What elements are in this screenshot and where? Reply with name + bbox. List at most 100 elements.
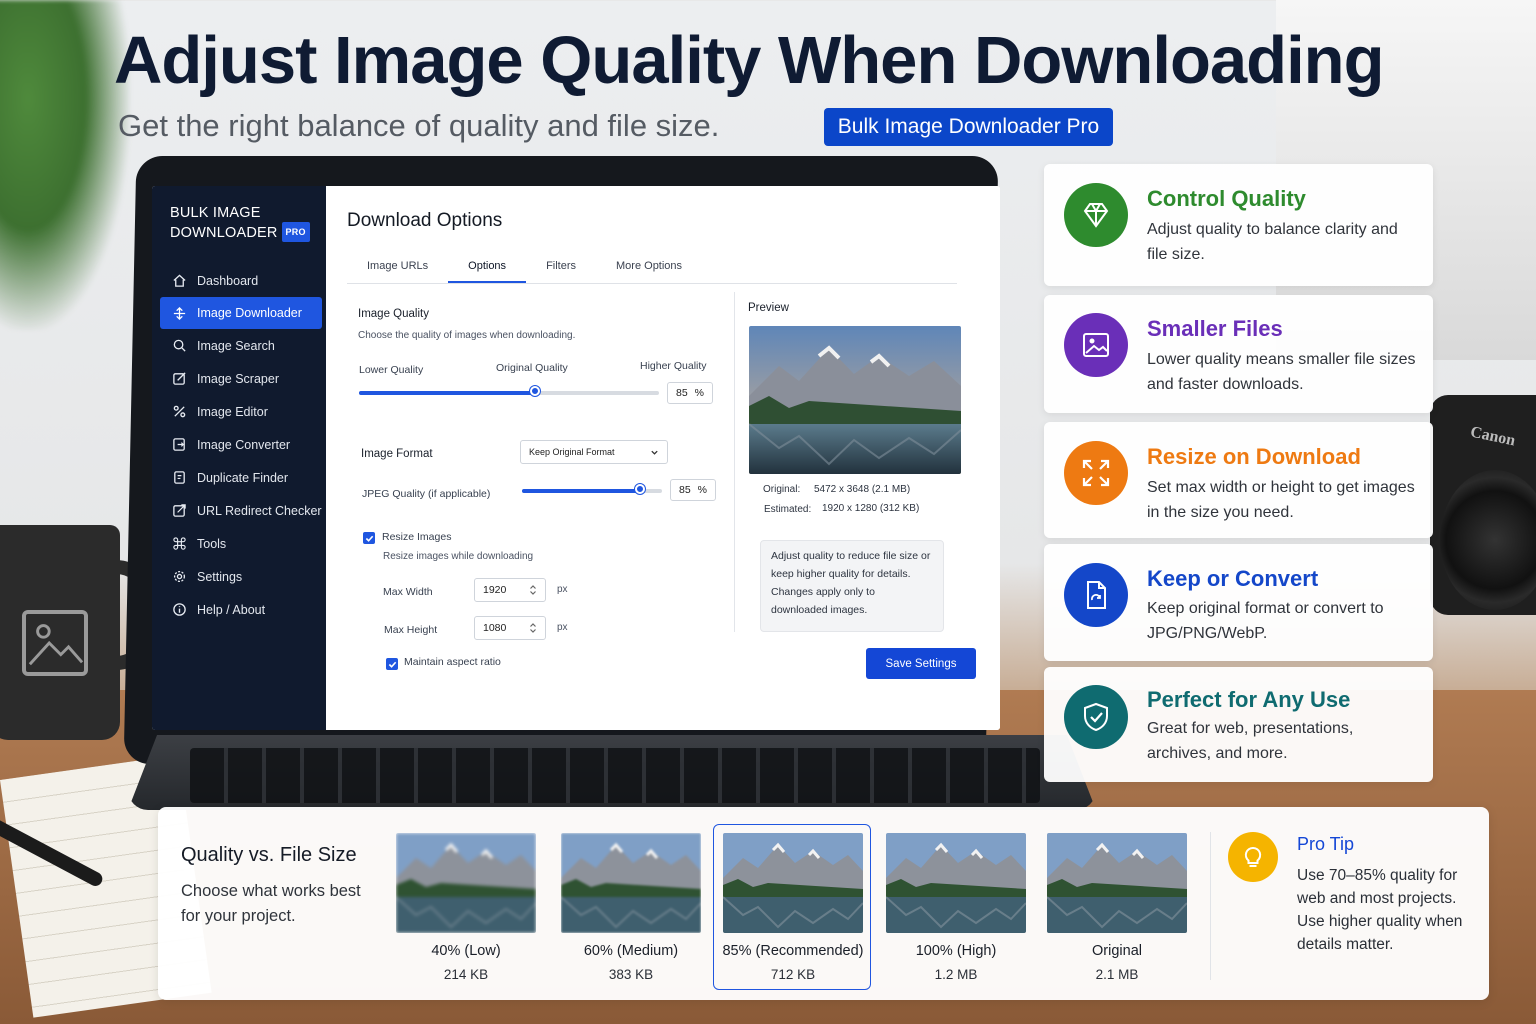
feature-card-control-quality: Control Quality Adjust quality to balanc… xyxy=(1044,164,1433,286)
resize-images-checkbox[interactable] xyxy=(363,532,375,544)
shield-check-icon xyxy=(1064,685,1128,749)
sample-file-size: 1.2 MB xyxy=(934,967,978,982)
info-icon xyxy=(173,603,186,616)
sidebar-item-dashboard[interactable]: Dashboard xyxy=(160,264,322,297)
original-quality-label: Original Quality xyxy=(496,362,568,374)
sample-file-size: 712 KB xyxy=(770,967,816,982)
quality-slider-handle[interactable] xyxy=(529,386,540,396)
scraper-icon xyxy=(173,372,186,385)
save-settings-button[interactable]: Save Settings xyxy=(866,648,976,679)
sample-thumbnail[interactable] xyxy=(561,833,701,933)
redirect-icon xyxy=(173,504,186,517)
sidebar-item-image-converter[interactable]: Image Converter xyxy=(160,428,322,461)
stepper-icon[interactable] xyxy=(529,584,537,596)
stepper-icon[interactable] xyxy=(529,622,537,634)
gear-icon xyxy=(173,570,186,583)
image-icon xyxy=(1064,313,1128,377)
logo-line2: DOWNLOADER xyxy=(170,225,278,241)
quality-slider-fill xyxy=(359,391,536,395)
estimated-size-value: 1920 x 1280 (312 KB) xyxy=(822,503,920,514)
quality-value-input[interactable]: 85 % xyxy=(667,382,713,404)
sidebar-item-image-downloader[interactable]: Image Downloader xyxy=(160,297,322,329)
jpeg-unit: % xyxy=(697,484,707,496)
sidebar-item-image-scraper[interactable]: Image Scraper xyxy=(160,362,322,395)
feature-title: Perfect for Any Use xyxy=(1147,687,1351,712)
preview-title: Preview xyxy=(748,302,789,314)
feature-card-resize-on-download: Resize on Download Set max width or heig… xyxy=(1044,422,1433,538)
max-width-input[interactable]: 1920 xyxy=(474,578,546,602)
feature-card-perfect-for-any-use: Perfect for Any Use Great for web, prese… xyxy=(1044,667,1433,782)
sample-thumbnail[interactable] xyxy=(886,833,1026,933)
resize-images-hint: Resize images while downloading xyxy=(383,551,534,562)
duplicate-icon xyxy=(174,471,185,484)
feature-title: Control Quality xyxy=(1147,186,1306,211)
feature-title: Smaller Files xyxy=(1147,316,1283,341)
comparison-desc: Choose what works best for your project. xyxy=(181,882,361,925)
search-icon xyxy=(173,339,186,352)
image-format-select[interactable]: Keep Original Format xyxy=(520,440,668,464)
original-size-label: Original: xyxy=(763,484,801,495)
jpeg-value: 85 xyxy=(679,484,691,496)
quality-comparison-strip: Quality vs. File Size Choose what works … xyxy=(158,807,1489,1000)
jpeg-slider-fill xyxy=(522,489,641,493)
aspect-ratio-checkbox[interactable] xyxy=(386,658,398,670)
sidebar-item-label: Duplicate Finder xyxy=(197,470,289,485)
mug-image-icon xyxy=(22,610,88,676)
max-height-label: Max Height xyxy=(384,624,438,636)
sidebar-item-settings[interactable]: Settings xyxy=(160,560,322,593)
feature-card-smaller-files: Smaller Files Lower quality means smalle… xyxy=(1044,295,1433,413)
sample-file-size: 383 KB xyxy=(608,967,654,982)
quality-slider[interactable] xyxy=(359,386,659,396)
sidebar-item-duplicate-finder[interactable]: Duplicate Finder xyxy=(160,461,322,494)
feature-desc: Adjust quality to balance clarity and fi… xyxy=(1147,221,1398,263)
jpeg-slider-handle[interactable] xyxy=(635,484,645,494)
comparison-title: Quality vs. File Size xyxy=(181,844,357,866)
sample-thumbnail[interactable] xyxy=(1047,833,1187,933)
original-size-value: 5472 x 3648 (2.1 MB) xyxy=(814,484,911,495)
jpeg-value-input[interactable]: 85 % xyxy=(670,479,716,501)
plant-decoration xyxy=(0,0,130,330)
tab-options[interactable]: Options xyxy=(448,252,527,283)
tab-image-urls[interactable]: Image URLs xyxy=(347,252,448,283)
max-height-unit: px xyxy=(557,622,568,633)
quality-unit: % xyxy=(694,387,704,399)
checkmark-icon xyxy=(365,535,373,542)
pro-tip-title: Pro Tip xyxy=(1297,834,1355,854)
jpeg-quality-slider[interactable] xyxy=(522,484,662,494)
tab-more-options[interactable]: More Options xyxy=(596,252,702,283)
file-convert-icon xyxy=(1064,563,1128,627)
sample-thumbnail[interactable] xyxy=(396,833,536,933)
aspect-ratio-label: Maintain aspect ratio xyxy=(404,656,501,668)
sidebar: BULK IMAGE DOWNLOADER PRO Dashboard Image… xyxy=(152,186,326,730)
sidebar-item-url-redirect-checker[interactable]: URL Redirect Checker xyxy=(160,494,322,527)
sidebar-item-image-search[interactable]: Image Search xyxy=(160,329,322,362)
image-quality-hint: Choose the quality of images when downlo… xyxy=(358,330,576,341)
headline: Adjust Image Quality When Downloading xyxy=(114,23,1385,98)
expand-icon xyxy=(1064,441,1128,505)
feature-title: Keep or Convert xyxy=(1147,566,1319,591)
sidebar-item-label: Image Search xyxy=(197,338,275,353)
subheadline: Get the right balance of quality and fil… xyxy=(118,108,720,143)
main-content: Download Options Image URLs Options Filt… xyxy=(326,186,1000,730)
sample-quality-label: 60% (Medium) xyxy=(583,943,679,959)
feature-desc: Keep original format or convert to JPG/P… xyxy=(1147,600,1384,642)
sidebar-item-help[interactable]: Help / About xyxy=(160,593,322,626)
pro-badge: PRO xyxy=(281,222,310,242)
image-format-value: Keep Original Format xyxy=(529,447,615,457)
max-height-input[interactable]: 1080 xyxy=(474,616,546,640)
sidebar-item-label: Image Editor xyxy=(197,404,268,419)
sample-file-size: 2.1 MB xyxy=(1095,967,1139,982)
sample-file-size: 214 KB xyxy=(443,967,489,982)
sidebar-item-label: Image Converter xyxy=(197,437,291,452)
tab-filters[interactable]: Filters xyxy=(526,252,596,283)
sample-thumbnail[interactable] xyxy=(723,833,863,933)
pro-tip-desc: Use 70–85% quality for web and most proj… xyxy=(1297,867,1463,953)
app-logo: BULK IMAGE DOWNLOADER PRO xyxy=(170,204,310,242)
max-width-label: Max Width xyxy=(383,586,433,598)
sidebar-item-tools[interactable]: Tools xyxy=(160,527,322,560)
resize-images-label: Resize Images xyxy=(382,531,452,543)
sidebar-item-image-editor[interactable]: Image Editor xyxy=(160,395,322,428)
logo-line1: BULK IMAGE xyxy=(170,205,261,221)
lower-quality-label: Lower Quality xyxy=(359,364,424,376)
feature-card-keep-or-convert: Keep or Convert Keep original format or … xyxy=(1044,544,1433,661)
